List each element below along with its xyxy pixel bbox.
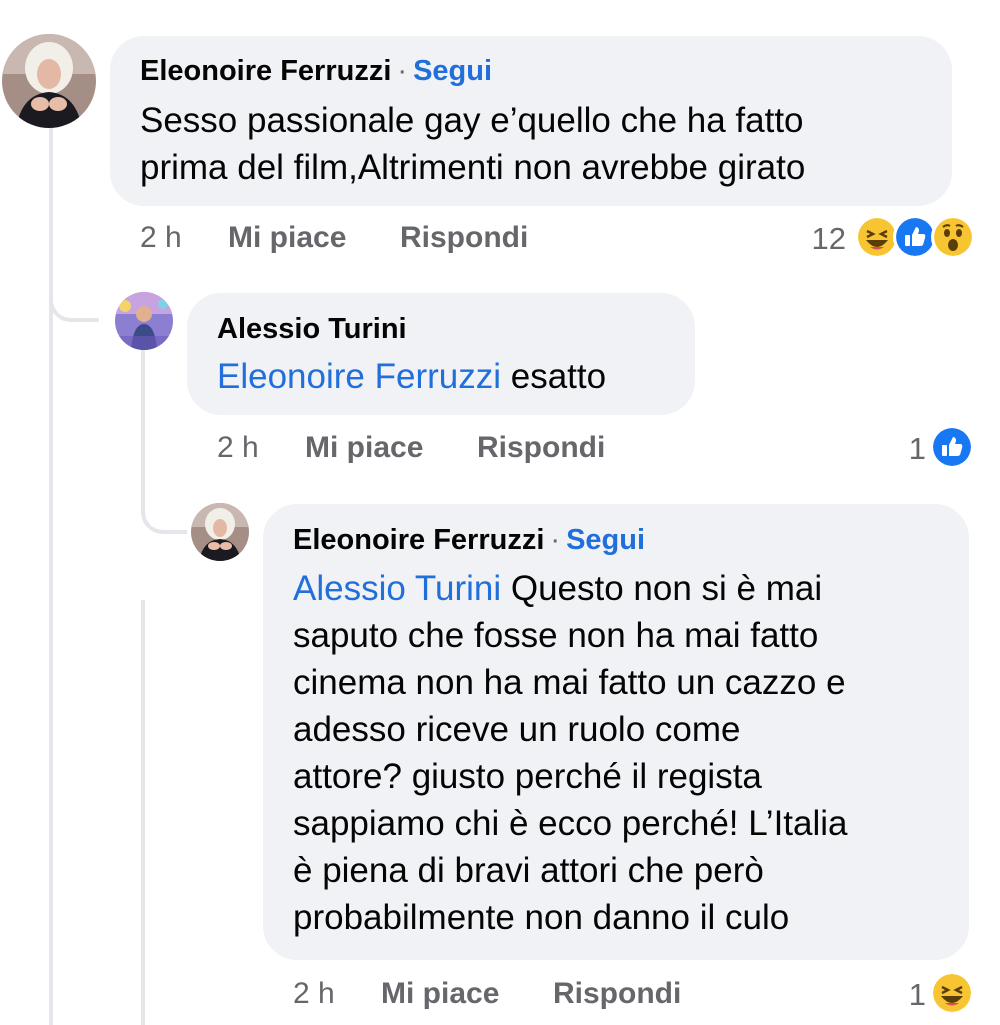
reaction-count[interactable]: 1 (880, 977, 926, 1013)
author-name[interactable]: Alessio Turini (217, 313, 407, 345)
reaction-count[interactable]: 12 (800, 221, 846, 257)
comment-line: adesso riceve un ruolo come (293, 710, 741, 749)
thread-line-reply (141, 350, 145, 490)
comment-text: Eleonoire Ferruzzi esatto (217, 353, 606, 400)
timestamp[interactable]: 2 h (217, 431, 259, 465)
comment-line: è piena di bravi attori che però (293, 851, 764, 890)
comment-text-rest: Questo non si è mai (501, 569, 823, 608)
reply-button[interactable]: Rispondi (400, 221, 528, 255)
thread-line-reply (141, 600, 145, 1025)
wow-icon (931, 215, 975, 259)
comment-author: Alessio Turini (217, 313, 407, 346)
author-name[interactable]: Eleonoire Ferruzzi (140, 55, 391, 87)
thread-line-main (49, 128, 53, 1025)
reply-button[interactable]: Rispondi (477, 431, 605, 465)
like-button[interactable]: Mi piace (381, 977, 499, 1011)
thread-connector (141, 486, 187, 534)
avatar[interactable] (2, 34, 96, 128)
comment-author: Eleonoire Ferruzzi · Segui (140, 55, 492, 88)
comment-line: prima del film,Altrimenti non avrebbe gi… (140, 148, 806, 187)
separator-dot: · (397, 55, 408, 87)
timestamp[interactable]: 2 h (293, 977, 335, 1011)
comment-line: probabilmente non danno il culo (293, 898, 790, 937)
comment-text-rest: esatto (501, 357, 607, 396)
follow-button[interactable]: Segui (413, 55, 492, 87)
author-name[interactable]: Eleonoire Ferruzzi (293, 524, 544, 556)
comment-author: Eleonoire Ferruzzi · Segui (293, 524, 645, 557)
reaction-count[interactable]: 1 (880, 431, 926, 467)
like-button[interactable]: Mi piace (228, 221, 346, 255)
haha-icon[interactable] (930, 971, 974, 1015)
comment-line: Sesso passionale gay e’quello che ha fat… (140, 101, 804, 140)
comment-line: sappiamo chi è ecco perché! L’Italia (293, 804, 848, 843)
comment-line: Alessio Turini Questo non si è mai (293, 565, 848, 612)
avatar[interactable] (115, 292, 173, 350)
avatar[interactable] (191, 503, 249, 561)
follow-button[interactable]: Segui (566, 524, 645, 556)
comment-line: saputo che fosse non ha mai fatto (293, 616, 819, 655)
reply-button[interactable]: Rispondi (553, 977, 681, 1011)
thread-connector (49, 270, 99, 322)
comment-text: Alessio Turini Questo non si è mai saput… (293, 565, 848, 941)
timestamp[interactable]: 2 h (140, 221, 182, 255)
like-icon[interactable] (930, 425, 974, 469)
separator-dot: · (550, 524, 561, 556)
comment-text: Sesso passionale gay e’quello che ha fat… (140, 97, 805, 191)
mention-link[interactable]: Alessio Turini (293, 569, 501, 608)
comment-line: attore? giusto perché il regista (293, 757, 762, 796)
comment-line: cinema non ha mai fatto un cazzo e (293, 663, 846, 702)
mention-link[interactable]: Eleonoire Ferruzzi (217, 357, 501, 396)
like-button[interactable]: Mi piace (305, 431, 423, 465)
